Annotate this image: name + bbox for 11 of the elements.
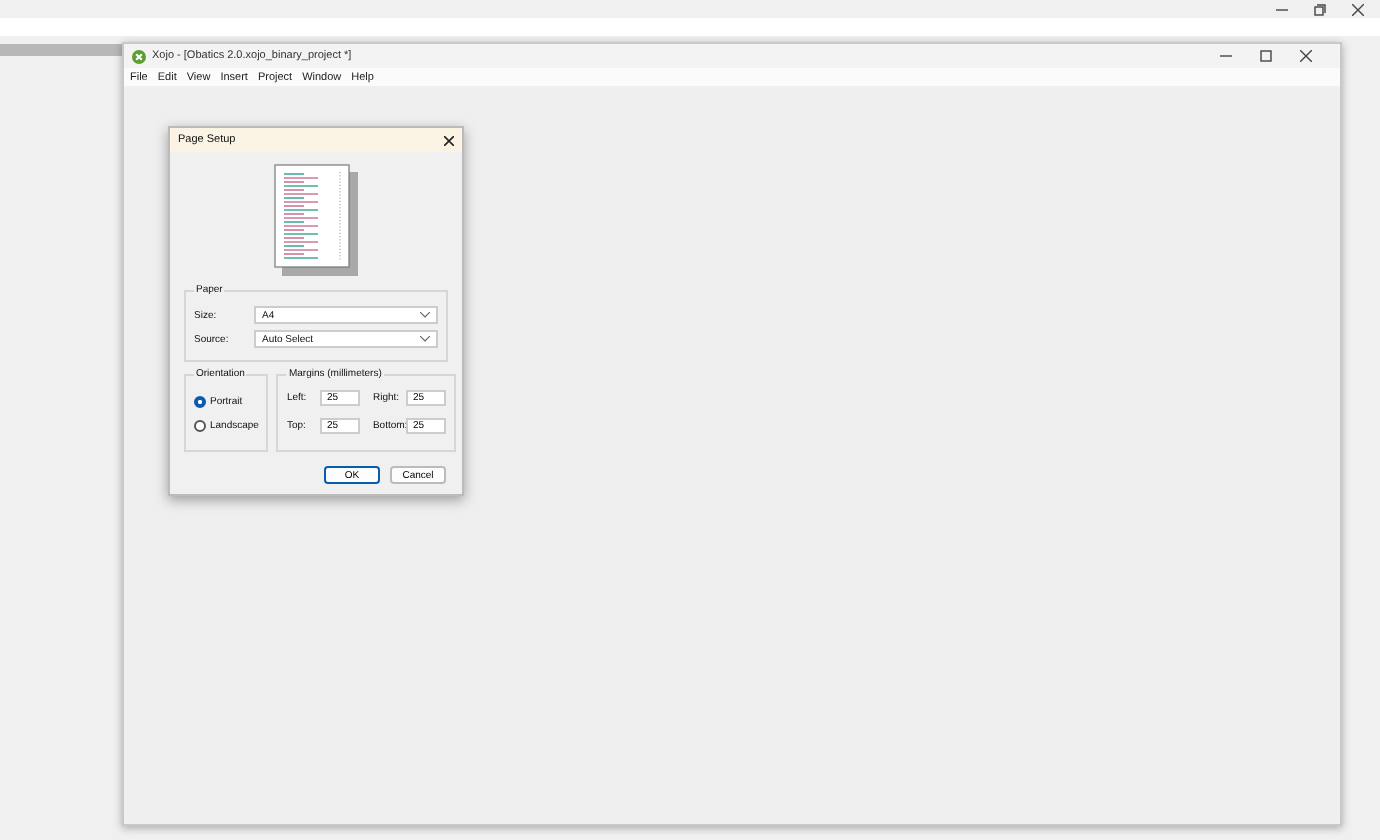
maximize-icon[interactable]	[1260, 50, 1272, 62]
minimize-icon[interactable]	[1276, 3, 1288, 15]
page-preview-drawing	[274, 164, 358, 276]
restore-icon[interactable]	[1314, 3, 1326, 15]
chevron-down-icon	[420, 336, 430, 342]
chevron-down-icon	[420, 312, 430, 318]
close-icon[interactable]	[1300, 50, 1312, 62]
close-icon[interactable]	[1352, 3, 1364, 15]
app-logo-icon	[132, 49, 146, 63]
close-icon[interactable]	[444, 135, 454, 145]
minimize-icon[interactable]	[1220, 50, 1232, 62]
